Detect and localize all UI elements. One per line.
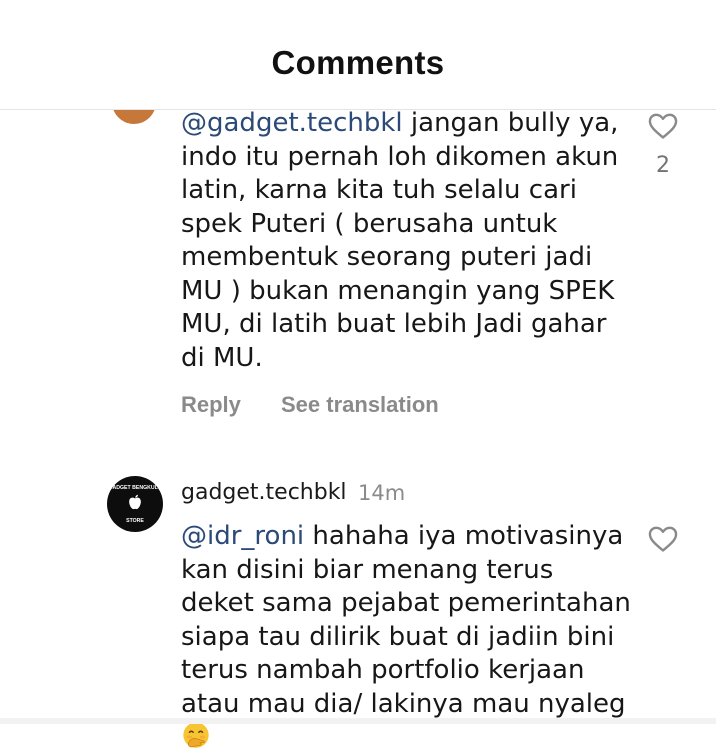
heart-outline-icon[interactable] — [646, 523, 680, 555]
mention-link[interactable]: @idr_roni — [181, 521, 304, 551]
comment-body: @gadget.techbkl jangan bully ya, indo it… — [181, 107, 631, 375]
comment-text: jangan bully ya, indo itu pernah loh dik… — [181, 108, 619, 373]
face-with-hand-over-mouth-icon — [183, 722, 209, 748]
like-count: 2 — [656, 153, 670, 178]
avatar-text-top: GADGET BENGKULU — [108, 485, 161, 491]
comments-header: Comments — [0, 0, 716, 110]
heart-outline-icon[interactable] — [646, 110, 680, 142]
page-title: Comments — [271, 44, 445, 81]
avatar[interactable]: GADGET BENGKULU STORE — [107, 476, 163, 532]
see-translation-button[interactable]: See translation — [281, 392, 439, 418]
apple-logo-icon — [129, 494, 141, 510]
reply-button[interactable]: Reply — [181, 392, 241, 418]
mention-link[interactable]: @gadget.techbkl — [181, 108, 403, 138]
comment-username[interactable]: gadget.techbkl — [181, 480, 347, 505]
bottom-divider — [0, 718, 716, 724]
avatar-text-bottom: STORE — [126, 518, 144, 524]
comment-timestamp: 14m — [358, 481, 406, 505]
